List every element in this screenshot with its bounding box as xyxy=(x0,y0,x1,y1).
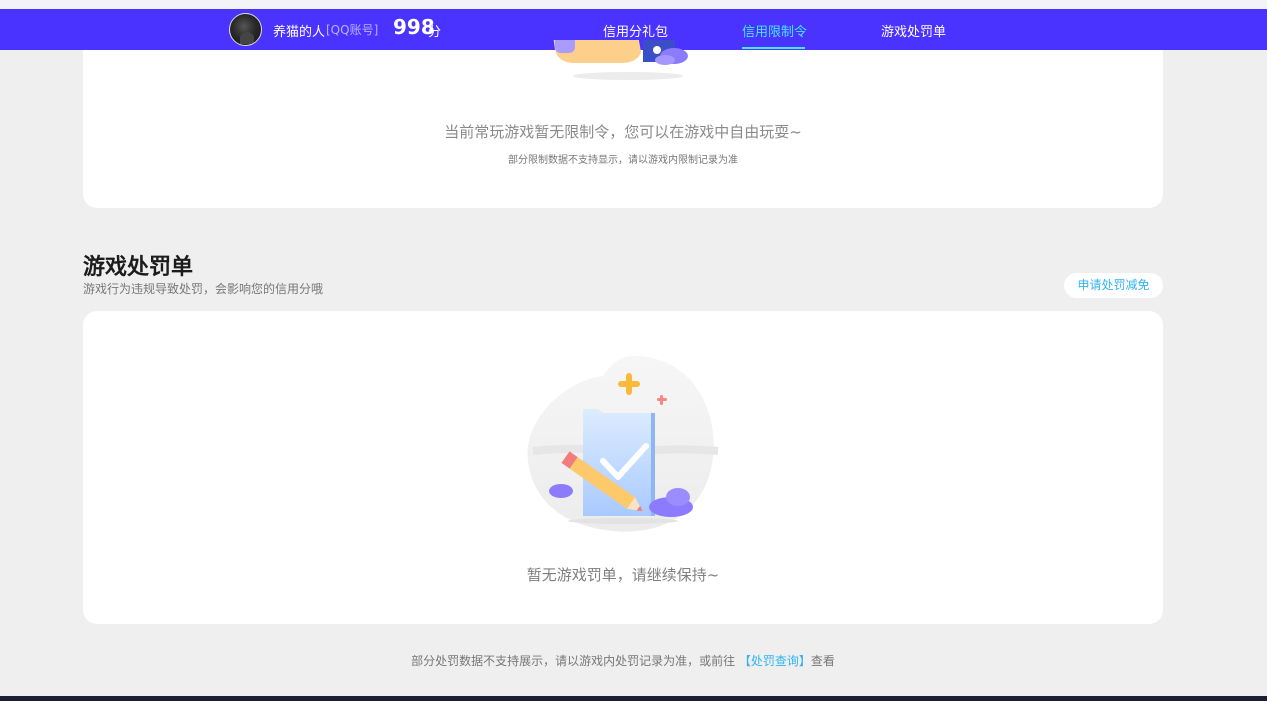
credit-score-unit: 分 xyxy=(428,25,442,40)
account-type: [QQ账号] xyxy=(326,23,379,37)
username: 养猫的人 xyxy=(273,25,326,40)
empty-penalty-illustration-icon xyxy=(527,356,719,532)
penalty-section-title: 游戏处罚单 xyxy=(83,255,194,280)
restriction-note: 部分限制数据不支持显示，请以游戏内限制记录为准 xyxy=(508,155,738,166)
top-strip xyxy=(0,0,1267,9)
footer-note-prefix: 部分处罚数据不支持展示，请以游戏内处罚记录为准，或前往 xyxy=(411,654,736,668)
tab-credit-gift[interactable]: 信用分礼包 xyxy=(603,21,668,40)
footer-note: 部分处罚数据不支持展示，请以游戏内处罚记录为准，或前往 【处罚查询】查看 xyxy=(0,652,1246,669)
tab-game-penalty[interactable]: 游戏处罚单 xyxy=(881,21,946,40)
active-tab-indicator xyxy=(742,47,805,49)
penalty-query-link[interactable]: 【处罚查询】 xyxy=(739,654,811,668)
restriction-empty-text: 当前常玩游戏暂无限制令，您可以在游戏中自由玩耍~ xyxy=(444,123,802,141)
penalty-section-subtitle: 游戏行为违规导致处罚，会影响您的信用分哦 xyxy=(83,282,324,296)
restriction-card: 当前常玩游戏暂无限制令，您可以在游戏中自由玩耍~ 部分限制数据不支持显示，请以游… xyxy=(83,40,1163,208)
avatar[interactable] xyxy=(229,13,262,46)
empty-restriction-illustration-icon xyxy=(553,40,688,80)
tab-credit-restriction[interactable]: 信用限制令 xyxy=(742,21,807,40)
penalty-empty-text: 暂无游戏罚单，请继续保持~ xyxy=(526,566,720,584)
footer-note-suffix: 查看 xyxy=(810,654,835,668)
apply-penalty-reduction-button[interactable]: 申请处罚减免 xyxy=(1064,273,1163,298)
bottom-bar xyxy=(0,696,1267,701)
penalty-card: 暂无游戏罚单，请继续保持~ xyxy=(83,311,1163,624)
